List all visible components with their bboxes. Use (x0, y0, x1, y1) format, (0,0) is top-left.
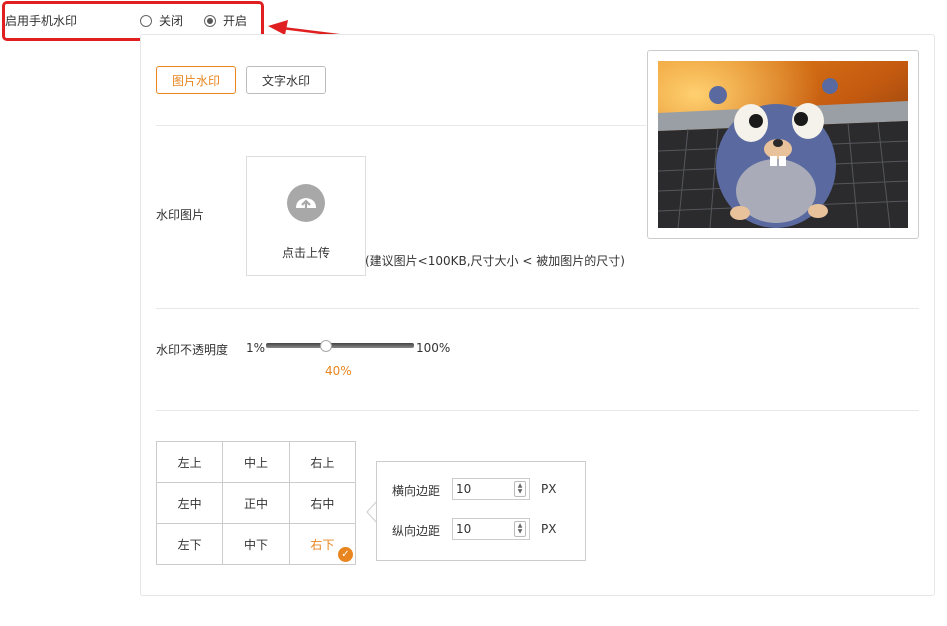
position-middle-right[interactable]: 右中 (288, 482, 357, 524)
position-bottom-center[interactable]: 中下 (222, 523, 290, 565)
position-top-right[interactable]: 右上 (288, 441, 357, 483)
vertical-margin-input[interactable]: 10 ▲ ▼ (452, 518, 530, 540)
vertical-margin-spinner-icon[interactable]: ▲ ▼ (514, 521, 526, 537)
margin-popup (376, 461, 586, 561)
vertical-margin-value: 10 (456, 522, 472, 536)
position-bottom-right[interactable]: 右下 ✓ (288, 523, 357, 565)
opacity-value: 40% (325, 364, 352, 378)
divider (156, 308, 919, 309)
upload-label: 点击上传 (281, 246, 330, 260)
upload-hint: (建议图片<100KB,尺寸大小 < 被加图片的尺寸) (365, 254, 625, 268)
position-bottom-right-label: 右下 (310, 537, 335, 552)
divider (156, 125, 646, 126)
position-center[interactable]: 正中 (222, 482, 290, 524)
vertical-margin-unit: PX (541, 522, 557, 536)
upload-cloud-icon (287, 184, 325, 222)
preview-image (658, 61, 908, 228)
position-grid: 左上 中上 右上 左中 正中 右中 左下 中下 右下 ✓ (155, 441, 357, 565)
horizontal-margin-value: 10 (456, 482, 472, 496)
tab-image-watermark[interactable]: 图片水印 (156, 66, 236, 94)
horizontal-margin-unit: PX (541, 482, 557, 496)
selected-check-icon: ✓ (338, 547, 353, 562)
position-middle-left[interactable]: 左中 (155, 482, 224, 524)
horizontal-margin-spinner-icon[interactable]: ▲ ▼ (514, 481, 526, 497)
slider-min-label: 1% (246, 341, 266, 355)
vertical-margin-label: 纵向边距 (392, 524, 441, 538)
horizontal-margin-label: 横向边距 (392, 484, 441, 498)
position-bottom-left[interactable]: 左下 (155, 523, 224, 565)
tab-text-watermark[interactable]: 文字水印 (246, 66, 326, 94)
horizontal-margin-input[interactable]: 10 ▲ ▼ (452, 478, 530, 500)
opacity-slider-track[interactable] (266, 343, 414, 348)
position-top-center[interactable]: 中上 (222, 441, 290, 483)
upload-area[interactable]: 点击上传 (246, 156, 366, 276)
opacity-slider-thumb[interactable] (320, 340, 332, 352)
slider-max-label: 100% (416, 341, 451, 355)
opacity-label: 水印不透明度 (156, 343, 229, 357)
position-top-left[interactable]: 左上 (155, 441, 224, 483)
watermark-image-label: 水印图片 (156, 208, 205, 222)
divider (156, 410, 919, 411)
